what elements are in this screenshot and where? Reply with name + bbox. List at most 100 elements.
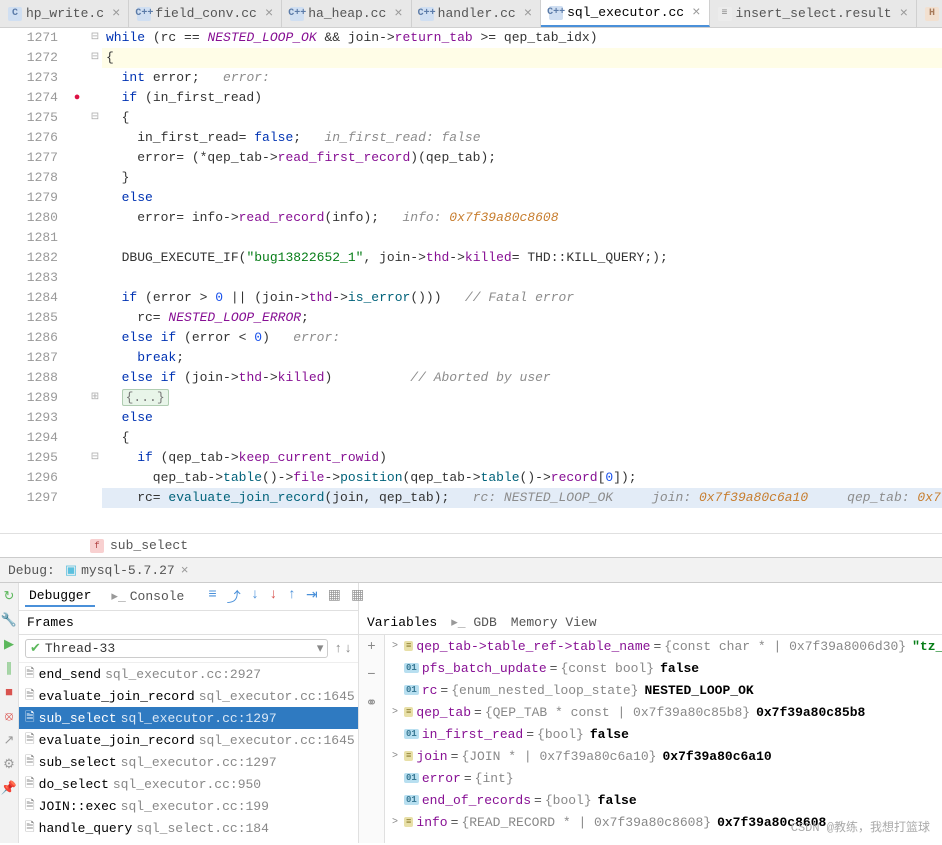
code-body[interactable]: while (rc == NESTED_LOOP_OK && join->ret… [102,28,942,533]
code-line[interactable]: error= info->read_record(info); info: 0x… [102,208,942,228]
step-button[interactable]: ⇥ [306,587,318,607]
breadcrumb-label[interactable]: sub_select [110,538,188,553]
step-button[interactable]: ↓ [251,587,259,607]
close-icon[interactable]: × [692,5,700,21]
variable-row[interactable]: > ≡ join = {JOIN * | 0x7f39a80c6a10} 0x7… [385,745,942,767]
thread-select[interactable]: ✔ Thread-33 ▾ [25,639,328,658]
debug-tool-button[interactable]: ↗ [0,731,18,749]
stack-frame[interactable]: 🗎 evaluate_join_record sql_executor.cc:1… [19,729,358,751]
expand-icon[interactable]: > [389,817,401,828]
variable-row[interactable]: > 01 rc = {enum_nested_loop_state} NESTE… [385,679,942,701]
step-button[interactable]: ↓ [269,587,277,607]
code-line[interactable] [102,268,942,288]
code-line[interactable]: else if (join->thd->killed) // Aborted b… [102,368,942,388]
editor-tab[interactable]: C++ field_conv.cc × [129,0,282,27]
breakpoint-gutter[interactable]: ● [66,28,88,533]
fold-toggle[interactable]: ⊟ [88,48,102,68]
code-line[interactable]: in_first_read= false; in_first_read: fal… [102,128,942,148]
debug-tool-button[interactable]: 🔧 [0,611,18,629]
fold-toggle[interactable]: ⊟ [88,448,102,468]
stack-frame[interactable]: 🗎 handle_query sql_select.cc:184 [19,817,358,839]
code-line[interactable]: { [102,108,942,128]
variable-row[interactable]: > 01 end_of_records = {bool} false [385,789,942,811]
code-line[interactable]: } [102,168,942,188]
stack-frame[interactable]: 🗎 sub_select sql_executor.cc:1297 [19,707,358,729]
close-icon[interactable]: × [524,6,532,22]
expand-icon[interactable]: > [389,641,401,652]
tab-console[interactable]: ▸_ Console [107,587,188,606]
editor-tab[interactable]: C++ sql_executor.cc × [541,0,709,27]
variables-title[interactable]: Variables [367,615,437,630]
stack-frame[interactable]: 🗎 sub_select sql_executor.cc:1297 [19,751,358,773]
editor-tab[interactable]: C++ handler.cc × [412,0,541,27]
variables-tree[interactable]: > ≡ qep_tab->table_ref->table_name = {co… [385,635,942,843]
frame-nav-arrows: ↑ ↓ [334,641,352,656]
editor-tab[interactable]: C hp_write.c × [0,0,129,27]
variable-row[interactable]: > 01 error = {int} [385,767,942,789]
variable-row[interactable]: > ≡ qep_tab->table_ref->table_name = {co… [385,635,942,657]
fold-toggle[interactable]: ⊟ [88,28,102,48]
code-line[interactable]: error= (*qep_tab->read_first_record)(qep… [102,148,942,168]
code-line[interactable]: if (error > 0 || (join->thd->is_error())… [102,288,942,308]
debug-config-tab[interactable]: ▣ mysql-5.7.27 × [65,563,189,578]
link-icon[interactable]: ⚭ [366,695,378,712]
frames-title[interactable]: Frames [27,615,74,630]
code-line[interactable]: DBUG_EXECUTE_IF("bug13822652_1", join->t… [102,248,942,268]
console-icon: ▸_ [451,615,465,630]
add-watch-button[interactable]: + [367,639,375,655]
code-line[interactable]: else [102,188,942,208]
code-line[interactable]: { [102,48,942,68]
breakpoint-icon[interactable]: ● [66,88,88,108]
code-line[interactable]: else [102,408,942,428]
variable-row[interactable]: > 01 in_first_read = {bool} false [385,723,942,745]
variable-row[interactable]: > ≡ qep_tab = {QEP_TAB * const | 0x7f39a… [385,701,942,723]
step-button[interactable]: ↑ [288,587,296,607]
frame-up-button[interactable]: ↑ [334,641,342,656]
step-button[interactable]: ▦ [328,587,341,607]
gdb-tab[interactable]: ▸_ GDB [451,615,497,630]
code-line[interactable]: qep_tab->table()->file->position(qep_tab… [102,468,942,488]
expand-icon[interactable]: > [389,707,401,718]
stack-frame[interactable]: 🗎 do_select sql_executor.cc:950 [19,773,358,795]
close-icon[interactable]: × [181,563,189,578]
code-line[interactable]: else if (error < 0) error: [102,328,942,348]
editor-tab[interactable]: H mysqld_err × [917,0,942,27]
debug-tool-button[interactable]: ▶ [0,635,18,653]
stack-frame[interactable]: 🗎 end_send sql_executor.cc:2927 [19,663,358,685]
code-line[interactable]: if (in_first_read) [102,88,942,108]
code-line[interactable]: while (rc == NESTED_LOOP_OK && join->ret… [102,28,942,48]
close-icon[interactable]: × [900,6,908,22]
debug-tool-button[interactable]: ■ [0,683,18,701]
code-line[interactable]: {...} [102,388,942,408]
fold-toggle[interactable]: ⊟ [88,108,102,128]
code-line[interactable]: rc= evaluate_join_record(join, qep_tab);… [102,488,942,508]
tab-debugger[interactable]: Debugger [25,586,95,607]
debug-tool-button[interactable]: 📌 [0,779,18,797]
variable-row[interactable]: > 01 pfs_batch_update = {const bool} fal… [385,657,942,679]
close-icon[interactable]: × [394,6,402,22]
code-line[interactable]: rc= NESTED_LOOP_ERROR; [102,308,942,328]
code-line[interactable]: { [102,428,942,448]
editor-tab[interactable]: ≡ insert_select.result × [710,0,917,27]
step-button[interactable]: ≡ [208,587,216,607]
close-icon[interactable]: × [265,6,273,22]
debug-tool-button[interactable]: ↻ [0,587,18,605]
code-line[interactable]: if (qep_tab->keep_current_rowid) [102,448,942,468]
debug-tool-button[interactable]: ⚙ [0,755,18,773]
memory-view-tab[interactable]: Memory View [511,615,597,630]
stack-frame[interactable]: 🗎 evaluate_join_record sql_executor.cc:1… [19,685,358,707]
frame-down-button[interactable]: ↓ [344,641,352,656]
code-line[interactable]: break; [102,348,942,368]
remove-watch-button[interactable]: − [367,667,375,683]
close-icon[interactable]: × [112,6,120,22]
stack-frame[interactable]: 🗎 JOIN::exec sql_executor.cc:199 [19,795,358,817]
frame-list[interactable]: 🗎 end_send sql_executor.cc:2927🗎 evaluat… [19,663,358,843]
expand-icon[interactable]: > [389,751,401,762]
debug-tool-button[interactable]: ∥ [0,659,18,677]
debug-tool-button[interactable]: ⦻ [0,707,18,725]
code-line[interactable]: int error; error: [102,68,942,88]
step-button[interactable]: ⤴ [227,587,241,607]
fold-toggle[interactable]: ⊞ [88,388,102,408]
editor-tab[interactable]: C++ ha_heap.cc × [282,0,411,27]
code-line[interactable] [102,228,942,248]
